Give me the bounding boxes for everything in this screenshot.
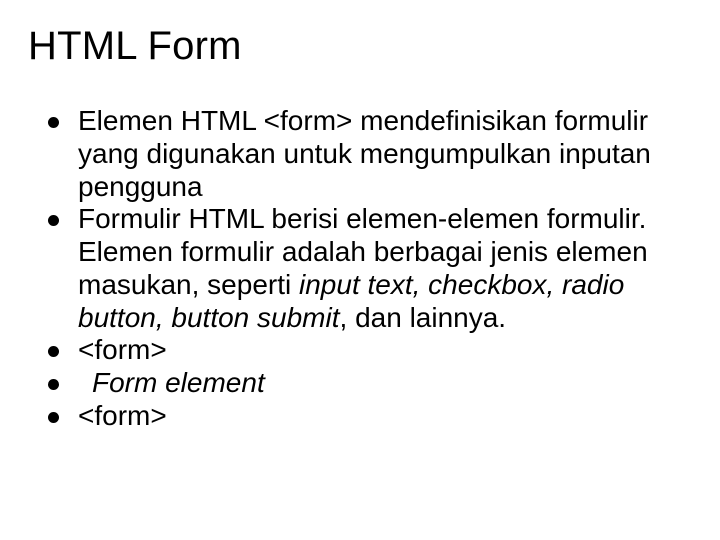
bullet-text: <form> — [78, 334, 167, 365]
bullet-text: <form> — [78, 400, 167, 431]
bullet-text: , dan lainnya. — [340, 302, 507, 333]
bullet-item: <form> — [42, 400, 680, 433]
slide: HTML Form Elemen HTML <form> mendefinisi… — [0, 0, 720, 540]
bullet-item: Formulir HTML berisi elemen-elemen formu… — [42, 203, 680, 334]
bullet-item: <form> — [42, 334, 680, 367]
bullet-text: Elemen HTML <form> mendefinisikan formul… — [78, 105, 651, 202]
slide-title: HTML Form — [28, 24, 692, 69]
bullet-item: Elemen HTML <form> mendefinisikan formul… — [42, 105, 680, 203]
bullet-italic-text: Form element — [78, 367, 265, 398]
bullet-list: Elemen HTML <form> mendefinisikan formul… — [28, 105, 692, 433]
bullet-item: Form element — [42, 367, 680, 400]
